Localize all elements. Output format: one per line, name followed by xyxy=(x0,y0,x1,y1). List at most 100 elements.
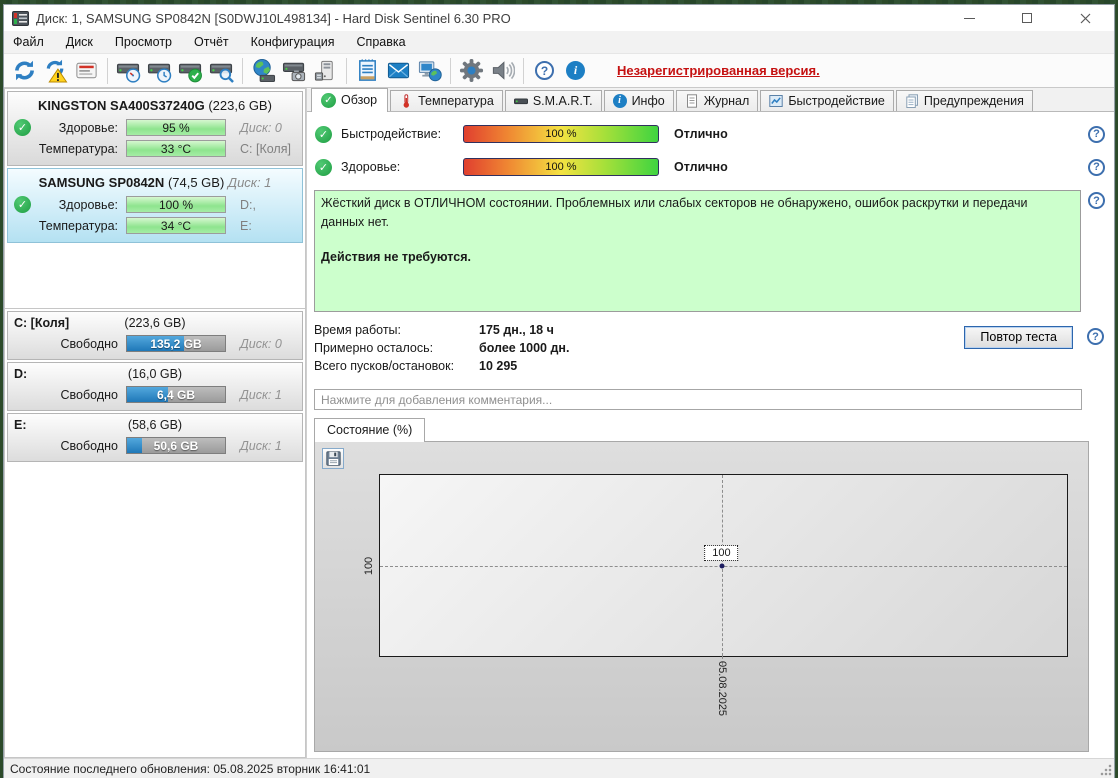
drive-check-icon[interactable] xyxy=(175,56,206,85)
free-space-bar: 135,2 GB xyxy=(126,335,226,352)
stat-value: 10 295 xyxy=(479,359,518,373)
tab-overview[interactable]: Обзор xyxy=(311,88,389,112)
status-chart-section: Состояние (%) 100 100 05.08.2025 xyxy=(314,418,1089,752)
help-icon[interactable] xyxy=(1087,328,1104,345)
ok-icon xyxy=(315,158,332,176)
network-icon[interactable] xyxy=(414,56,445,85)
retest-button[interactable]: Повтор теста xyxy=(964,326,1073,349)
chart-plot: 100 100 05.08.2025 xyxy=(363,474,1068,716)
help-icon[interactable] xyxy=(529,56,560,85)
health-label: Здоровье: xyxy=(58,197,118,212)
mail-icon[interactable] xyxy=(383,56,414,85)
drive-gauge-icon[interactable] xyxy=(113,56,144,85)
maximize-button[interactable] xyxy=(998,5,1056,31)
notes-icon[interactable] xyxy=(352,56,383,85)
health-status: Отлично xyxy=(674,160,728,174)
toolbar-separator xyxy=(523,57,524,84)
app-icon xyxy=(12,10,29,26)
resize-grip[interactable] xyxy=(1100,764,1112,776)
partition-name: C: [Коля] xyxy=(14,316,70,330)
menu-disk[interactable]: Диск xyxy=(55,33,104,51)
chart-area: 100 100 05.08.2025 xyxy=(314,441,1089,752)
report-icon[interactable] xyxy=(71,56,102,85)
partition-name: E: xyxy=(14,418,27,432)
stat-value: 175 дн., 18 ч xyxy=(479,323,554,337)
status-message-text: Жёсткий диск в ОТЛИЧНОМ состоянии. Пробл… xyxy=(321,196,1028,229)
menu-report[interactable]: Отчёт xyxy=(183,33,240,51)
menu-view[interactable]: Просмотр xyxy=(104,33,183,51)
close-button[interactable] xyxy=(1056,5,1114,31)
unregistered-version-link[interactable]: Незарегистрированная версия. xyxy=(617,63,820,78)
menu-help[interactable]: Справка xyxy=(346,33,417,51)
performance-label: Быстродействие: xyxy=(341,127,442,141)
drive-tower-icon[interactable] xyxy=(310,56,341,85)
info-icon[interactable] xyxy=(560,56,591,85)
disk-card-kingston[interactable]: KINGSTON SA400S37240G (223,6 GB) Здоровь… xyxy=(7,91,303,166)
minimize-button[interactable] xyxy=(940,5,998,31)
sound-icon[interactable] xyxy=(487,56,518,85)
partition-card-d[interactable]: D: (16,0 GB) Свободно 6,4 GB Диск: 1 xyxy=(7,362,303,411)
refresh-icon[interactable] xyxy=(9,56,40,85)
statusbar-text: Состояние последнего обновления: 05.08.2… xyxy=(10,761,371,776)
tab-info[interactable]: Инфо xyxy=(603,90,674,111)
partition-size: (16,0 GB) xyxy=(127,367,183,381)
comment-section xyxy=(314,389,1108,410)
disk-name: KINGSTON SA400S37240G xyxy=(38,98,205,113)
partition-list-panel: C: [Коля] (223,6 GB) Свободно 135,2 GB Д… xyxy=(4,308,306,758)
data-point-label: 100 xyxy=(704,545,739,562)
health-gauge: 100 % xyxy=(463,158,659,176)
menu-configuration[interactable]: Конфигурация xyxy=(240,33,346,51)
save-chart-button[interactable] xyxy=(322,448,344,469)
disk-card-samsung[interactable]: SAMSUNG SP0842N (74,5 GB) Диск: 1 Здоров… xyxy=(7,168,303,243)
document-icon xyxy=(685,93,699,108)
refresh-warning-icon[interactable] xyxy=(40,56,71,85)
help-icon[interactable] xyxy=(1088,158,1105,176)
drive-camera-icon[interactable] xyxy=(279,56,310,85)
toolbar-separator xyxy=(107,57,108,84)
stats-section: Время работы: 175 дн., 18 ч Примерно ост… xyxy=(314,323,1108,381)
free-space-bar: 50,6 GB xyxy=(126,437,226,454)
tab-log[interactable]: Журнал xyxy=(675,90,759,111)
drive-icon xyxy=(513,94,528,108)
free-label: Свободно xyxy=(60,336,118,351)
free-label: Свободно xyxy=(60,387,118,402)
x-axis-tick-label: 05.08.2025 xyxy=(716,661,729,717)
toolbar-separator xyxy=(242,57,243,84)
tab-temperature[interactable]: Температура xyxy=(390,90,503,111)
health-bar: 100 % xyxy=(126,196,226,213)
gear-icon[interactable] xyxy=(456,56,487,85)
partition-card-e[interactable]: E: (58,6 GB) Свободно 50,6 GB Диск: 1 xyxy=(7,413,303,462)
help-icon[interactable] xyxy=(1088,192,1105,209)
comment-input[interactable] xyxy=(314,389,1082,410)
status-message-box: Жёсткий диск в ОТЛИЧНОМ состоянии. Пробл… xyxy=(314,190,1081,312)
info-icon xyxy=(612,93,627,108)
partition-size: (58,6 GB) xyxy=(127,418,183,432)
thermometer-icon xyxy=(399,93,413,108)
tab-alerts[interactable]: Предупреждения xyxy=(895,90,1033,111)
chart-tab-status[interactable]: Состояние (%) xyxy=(314,418,426,442)
temp-bar: 33 °C xyxy=(126,140,226,157)
overview-tab-content: Быстродействие: 100 % Отлично Здоровье: … xyxy=(307,112,1114,758)
free-space-bar: 6,4 GB xyxy=(126,386,226,403)
partition-disk: Диск: 0 xyxy=(240,336,282,351)
network-drive-icon[interactable] xyxy=(248,56,279,85)
help-icon[interactable] xyxy=(1088,125,1105,143)
menu-file[interactable]: Файл xyxy=(4,33,55,51)
sidebar: KINGSTON SA400S37240G (223,6 GB) Здоровь… xyxy=(4,88,307,758)
app-window: Диск: 1, SAMSUNG SP0842N [S0DWJ10L498134… xyxy=(3,4,1115,778)
statusbar: Состояние последнего обновления: 05.08.2… xyxy=(4,758,1114,778)
free-label: Свободно xyxy=(60,438,118,453)
content: KINGSTON SA400S37240G (223,6 GB) Здоровь… xyxy=(4,88,1114,758)
tab-smart[interactable]: S.M.A.R.T. xyxy=(504,90,602,111)
health-bar: 95 % xyxy=(126,119,226,136)
drive-search-icon[interactable] xyxy=(206,56,237,85)
partition-card-c[interactable]: C: [Коля] (223,6 GB) Свободно 135,2 GB Д… xyxy=(7,311,303,360)
health-label: Здоровье: xyxy=(341,160,401,174)
temp-bar: 34 °C xyxy=(126,217,226,234)
stat-label: Всего пусков/остановок: xyxy=(314,359,455,373)
main-panel: Обзор Температура S.M.A.R.T. Инфо xyxy=(307,88,1114,758)
tab-performance[interactable]: Быстродействие xyxy=(760,90,894,111)
data-point xyxy=(719,563,725,569)
drive-clock-icon[interactable] xyxy=(144,56,175,85)
documents-icon xyxy=(905,93,919,108)
